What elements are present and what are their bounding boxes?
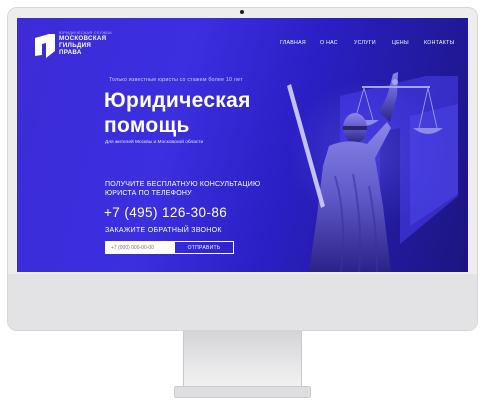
monitor-stand [183,331,302,389]
callback-label: ЗАКАЖИТЕ ОБРАТНЫЙ ЗВОНОК [105,227,222,234]
phone-input[interactable] [105,241,174,254]
nav-item-prices[interactable]: ЦЕНЫ [392,40,409,46]
cta-text-line1: ПОЛУЧИТЕ БЕСПЛАТНУЮ КОНСУЛЬТАЦИЮ [105,181,261,188]
nav-item-contacts[interactable]: КОНТАКТЫ [424,40,454,46]
statue-of-justice-image [287,72,443,272]
desktop-mockup: ЮРИДИЧЕСКАЯ СЛУЖБА МОСКОВСКАЯ ГИЛЬДИЯ ПР… [0,0,485,407]
monitor-chin [8,274,477,330]
nav-item-services[interactable]: УСЛУГИ [354,40,376,46]
logo-text-line1[interactable]: МОСКОВСКАЯ [59,35,106,42]
monitor-foot [174,386,311,398]
cta-text-line2: ЮРИСТА ПО ТЕЛЕФОНУ [105,190,192,197]
website-screen: ЮРИДИЧЕСКАЯ СЛУЖБА МОСКОВСКАЯ ГИЛЬДИЯ ПР… [17,18,468,272]
hero-subtitle: Для жителей Москвы и Московской области [105,140,204,145]
logo-text-line2[interactable]: ГИЛЬДИЯ [59,42,91,49]
submit-button[interactable]: ОТПРАВИТЬ [174,241,234,254]
logo-mark-icon[interactable] [35,34,55,58]
camera-icon [240,10,244,14]
phone-number-link[interactable]: +7 (495) 126-30-86 [104,205,227,220]
nav-item-about[interactable]: О НАС [320,40,338,46]
hero-tagline: Только известные юристы со стажем более … [109,77,243,83]
hero-title-line2: помощь [104,114,190,137]
logo-text-line3[interactable]: ПРАВА [59,49,82,56]
hero-title-line1: Юридическая [104,89,251,112]
nav-item-home[interactable]: ГЛАВНАЯ [280,40,306,46]
